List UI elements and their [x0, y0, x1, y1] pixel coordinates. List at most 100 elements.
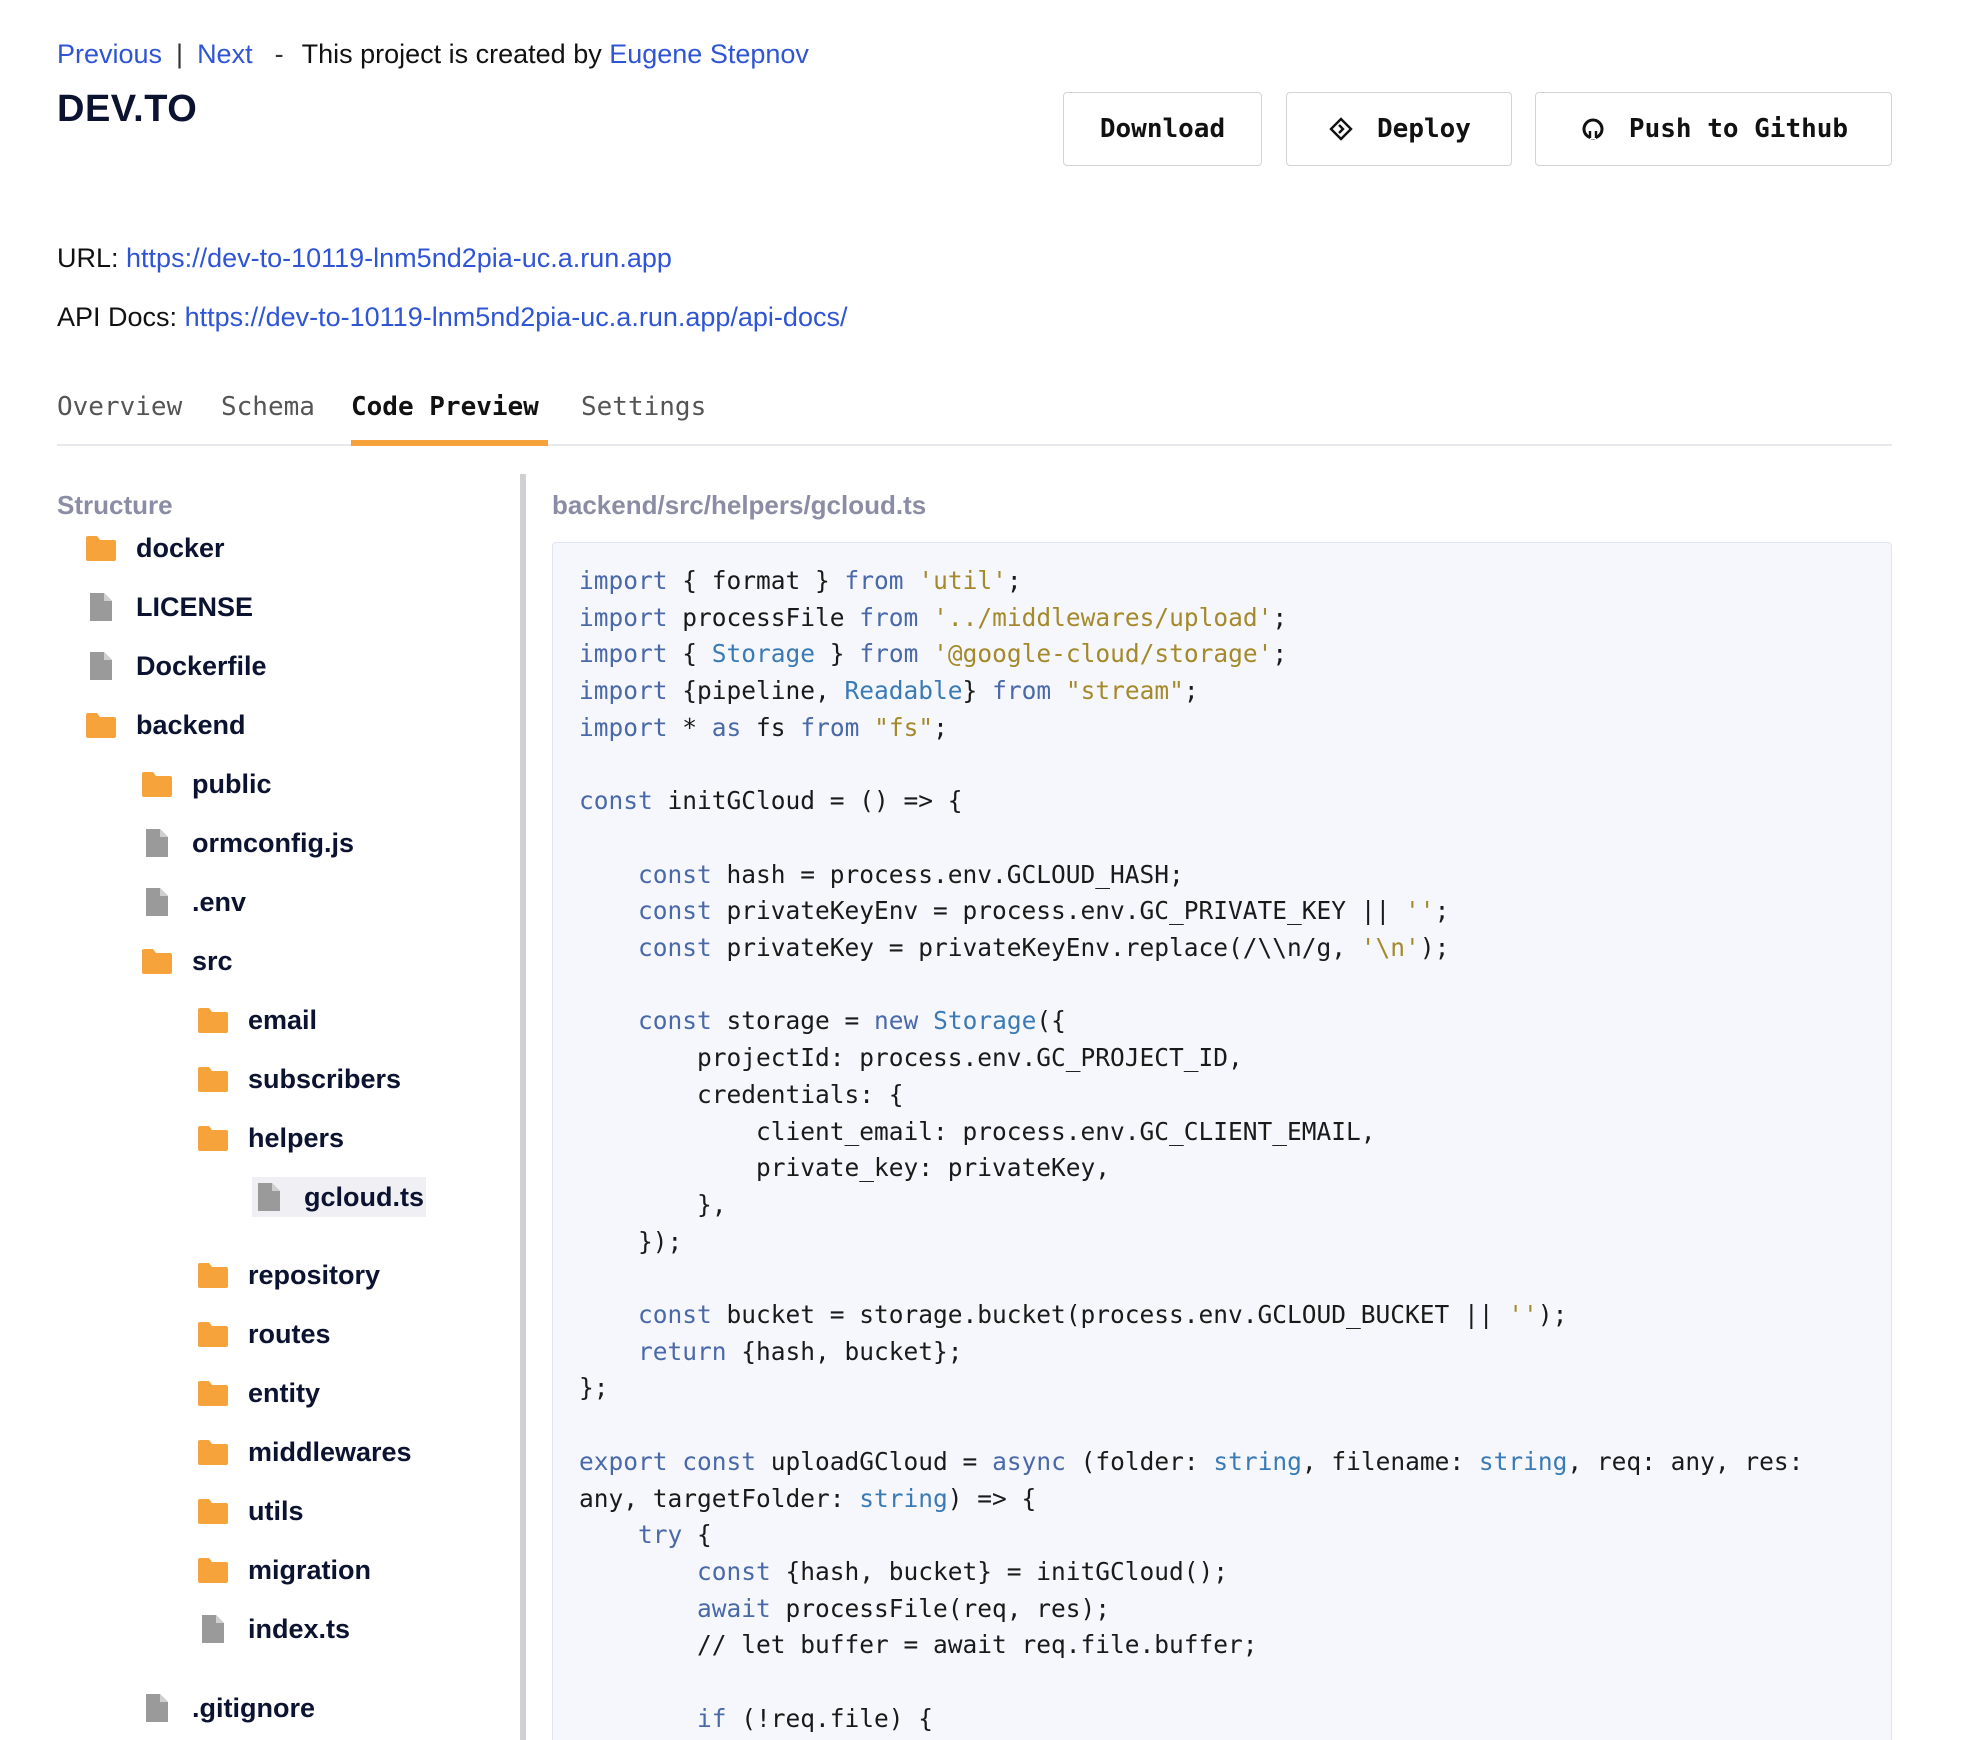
tree-folder[interactable]: repository — [196, 1255, 380, 1295]
tree-folder[interactable]: email — [196, 1000, 317, 1040]
code-line: import { format } from 'util'; — [579, 566, 1022, 595]
code-viewer[interactable]: import { format } from 'util'; import pro… — [552, 542, 1892, 1740]
file-icon — [84, 650, 118, 682]
file-icon — [196, 1613, 230, 1645]
folder-icon — [196, 1259, 230, 1291]
tree-item-label: LICENSE — [136, 591, 254, 622]
code-line: return {hash, bucket}; — [638, 1336, 963, 1366]
tree-item-label: public — [192, 768, 272, 799]
file-icon — [140, 1692, 174, 1724]
code-line: import processFile from '../middlewares/… — [579, 602, 1288, 632]
api-docs-label: API Docs: — [57, 302, 178, 332]
folder-icon — [84, 532, 118, 564]
tree-file[interactable]: LICENSE — [84, 587, 253, 627]
tree-folder[interactable]: routes — [196, 1314, 331, 1354]
tree-item-label: helpers — [248, 1122, 345, 1153]
tree-item-label: utils — [248, 1495, 304, 1526]
tab-bar: Overview Schema Code Preview Settings — [57, 388, 1892, 446]
tree-folder[interactable]: backend — [84, 705, 246, 745]
tab-overview[interactable]: Overview — [57, 392, 182, 422]
tree-file[interactable]: Dockerfile — [84, 646, 267, 686]
tree-folder[interactable]: public — [140, 764, 272, 804]
tree-file[interactable]: gcloud.ts — [252, 1177, 426, 1217]
tree-item-label: .env — [192, 886, 247, 917]
code-line: if (!req.file) { — [697, 1703, 934, 1733]
file-icon — [84, 591, 118, 623]
tree-item-label: ormconfig.js — [192, 827, 355, 858]
next-link[interactable]: Next — [197, 39, 253, 69]
tree-folder[interactable]: entity — [196, 1373, 320, 1413]
tab-code-preview[interactable]: Code Preview — [351, 392, 539, 422]
tree-item-label: gcloud.ts — [304, 1181, 424, 1212]
tree-file[interactable]: .env — [140, 882, 246, 922]
tree-item-label: migration — [248, 1554, 372, 1585]
author-link[interactable]: Eugene Stepnov — [609, 39, 809, 69]
code-line: const storage = new Storage({ — [638, 1006, 1066, 1036]
url-label: URL: — [57, 243, 119, 273]
tree-file[interactable]: ormconfig.js — [140, 823, 354, 863]
code-line: const hash = process.env.GCLOUD_HASH; — [638, 859, 1184, 889]
folder-icon — [196, 1554, 230, 1586]
code-line: any, targetFolder: string) => { — [579, 1483, 1037, 1513]
tree-file[interactable]: index.ts — [196, 1609, 350, 1649]
download-button[interactable]: Download — [1063, 92, 1262, 166]
folder-icon — [84, 709, 118, 741]
code-line: try { — [638, 1520, 712, 1550]
structure-heading: Structure — [57, 490, 173, 520]
tree-folder[interactable]: src — [140, 941, 233, 981]
code-line: export const uploadGCloud = async (folde… — [579, 1446, 1804, 1476]
deploy-button[interactable]: Deploy — [1286, 92, 1512, 166]
code-line: projectId: process.env.GC_PROJECT_ID, — [579, 1043, 1243, 1073]
tree-item-label: middlewares — [248, 1436, 412, 1467]
tree-item-label: backend — [136, 709, 246, 740]
api-docs-link[interactable]: https://dev-to-10119-lnm5nd2pia-uc.a.run… — [185, 302, 848, 332]
tree-item-label: routes — [248, 1318, 331, 1349]
code-line: const privateKeyEnv = process.env.GC_PRI… — [638, 896, 1450, 926]
tree-folder[interactable]: docker — [84, 528, 225, 568]
code-line: const privateKey = privateKeyEnv.replace… — [638, 933, 1450, 962]
folder-icon — [196, 1495, 230, 1527]
tab-settings[interactable]: Settings — [581, 392, 706, 422]
download-button-label: Download — [1099, 114, 1226, 144]
active-tab-indicator — [351, 440, 548, 446]
file-icon — [140, 886, 174, 918]
code-line: client_email: process.env.GC_CLIENT_EMAI… — [579, 1116, 1376, 1146]
tab-schema[interactable]: Schema — [221, 392, 315, 422]
code-line: }, — [579, 1189, 727, 1219]
deploy-icon — [1327, 115, 1355, 143]
tree-folder[interactable]: migration — [196, 1550, 371, 1590]
nav-separator: | — [176, 39, 184, 69]
code-line: const bucket = storage.bucket(process.en… — [638, 1300, 1568, 1329]
tree-folder[interactable]: subscribers — [196, 1059, 401, 1099]
file-icon — [140, 827, 174, 859]
tree-item-label: Dockerfile — [136, 650, 267, 681]
folder-icon — [140, 768, 174, 800]
push-to-github-button[interactable]: Push to Github — [1535, 92, 1892, 166]
folder-icon — [196, 1063, 230, 1095]
file-path: backend/src/helpers/gcloud.ts — [552, 490, 927, 520]
tree-item-label: email — [248, 1004, 318, 1035]
panel-divider[interactable] — [520, 474, 526, 1740]
project-nav: Previous | Next - This project is created by… — [57, 36, 809, 72]
code-line: const {hash, bucket} = initGCloud(); — [697, 1556, 1229, 1586]
code-line: private_key: privateKey, — [579, 1153, 1111, 1183]
previous-link[interactable]: Previous — [57, 39, 162, 69]
folder-icon — [196, 1004, 230, 1036]
nav-dash: - — [274, 39, 284, 69]
push-to-github-label: Push to Github — [1628, 114, 1849, 144]
tree-folder[interactable]: middlewares — [196, 1432, 412, 1472]
tree-item-label: subscribers — [248, 1063, 402, 1094]
page-title: DEV.TO — [57, 88, 198, 130]
code-line: }); — [579, 1226, 683, 1256]
tree-folder[interactable]: utils — [196, 1491, 304, 1531]
api-docs-row: API Docs: https://dev-to-10119-lnm5nd2pi… — [57, 299, 847, 335]
tree-item-label: docker — [136, 532, 225, 563]
tree-folder[interactable]: helpers — [196, 1118, 344, 1158]
tree-file[interactable]: .gitignore — [140, 1688, 315, 1728]
code-line: }; — [579, 1373, 609, 1403]
tree-item-label: src — [192, 945, 233, 976]
file-icon — [252, 1181, 286, 1213]
created-by-text: This project is created by — [301, 39, 602, 69]
app-url-link[interactable]: https://dev-to-10119-lnm5nd2pia-uc.a.run… — [126, 243, 672, 273]
github-icon — [1579, 115, 1607, 143]
